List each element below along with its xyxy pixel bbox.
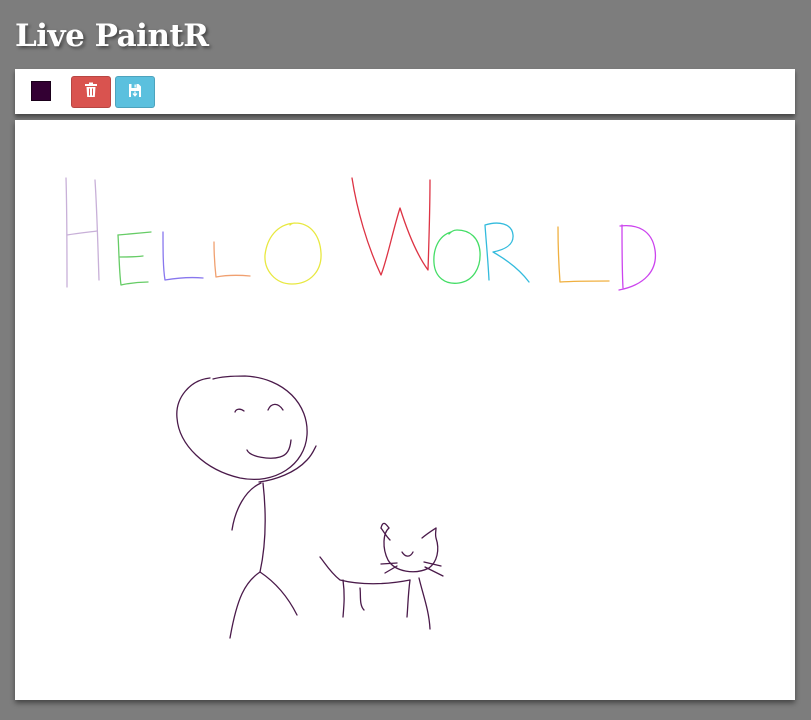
save-button[interactable] <box>115 76 155 108</box>
letter-d-stroke <box>618 224 657 291</box>
letter-l3-stroke <box>557 226 610 283</box>
color-picker-swatch[interactable] <box>31 81 51 101</box>
letter-l2-stroke <box>213 241 251 278</box>
drawing-canvas[interactable] <box>15 120 795 700</box>
letter-h-stroke <box>65 177 100 288</box>
app-title: Live PaintR <box>15 18 209 54</box>
stick-figure-drawing <box>176 375 317 639</box>
toolbar <box>15 69 795 114</box>
letter-w-stroke <box>351 177 431 276</box>
letter-o-stroke <box>264 222 322 285</box>
letter-o2-stroke <box>433 229 481 284</box>
letter-e-stroke <box>117 231 152 286</box>
save-icon <box>128 83 142 102</box>
trash-icon <box>84 82 98 102</box>
clear-canvas-button[interactable] <box>71 76 111 108</box>
letter-r-stroke <box>484 222 530 283</box>
canvas-drawing <box>65 177 657 639</box>
letter-l-stroke <box>162 231 204 281</box>
cat-drawing <box>319 522 444 630</box>
